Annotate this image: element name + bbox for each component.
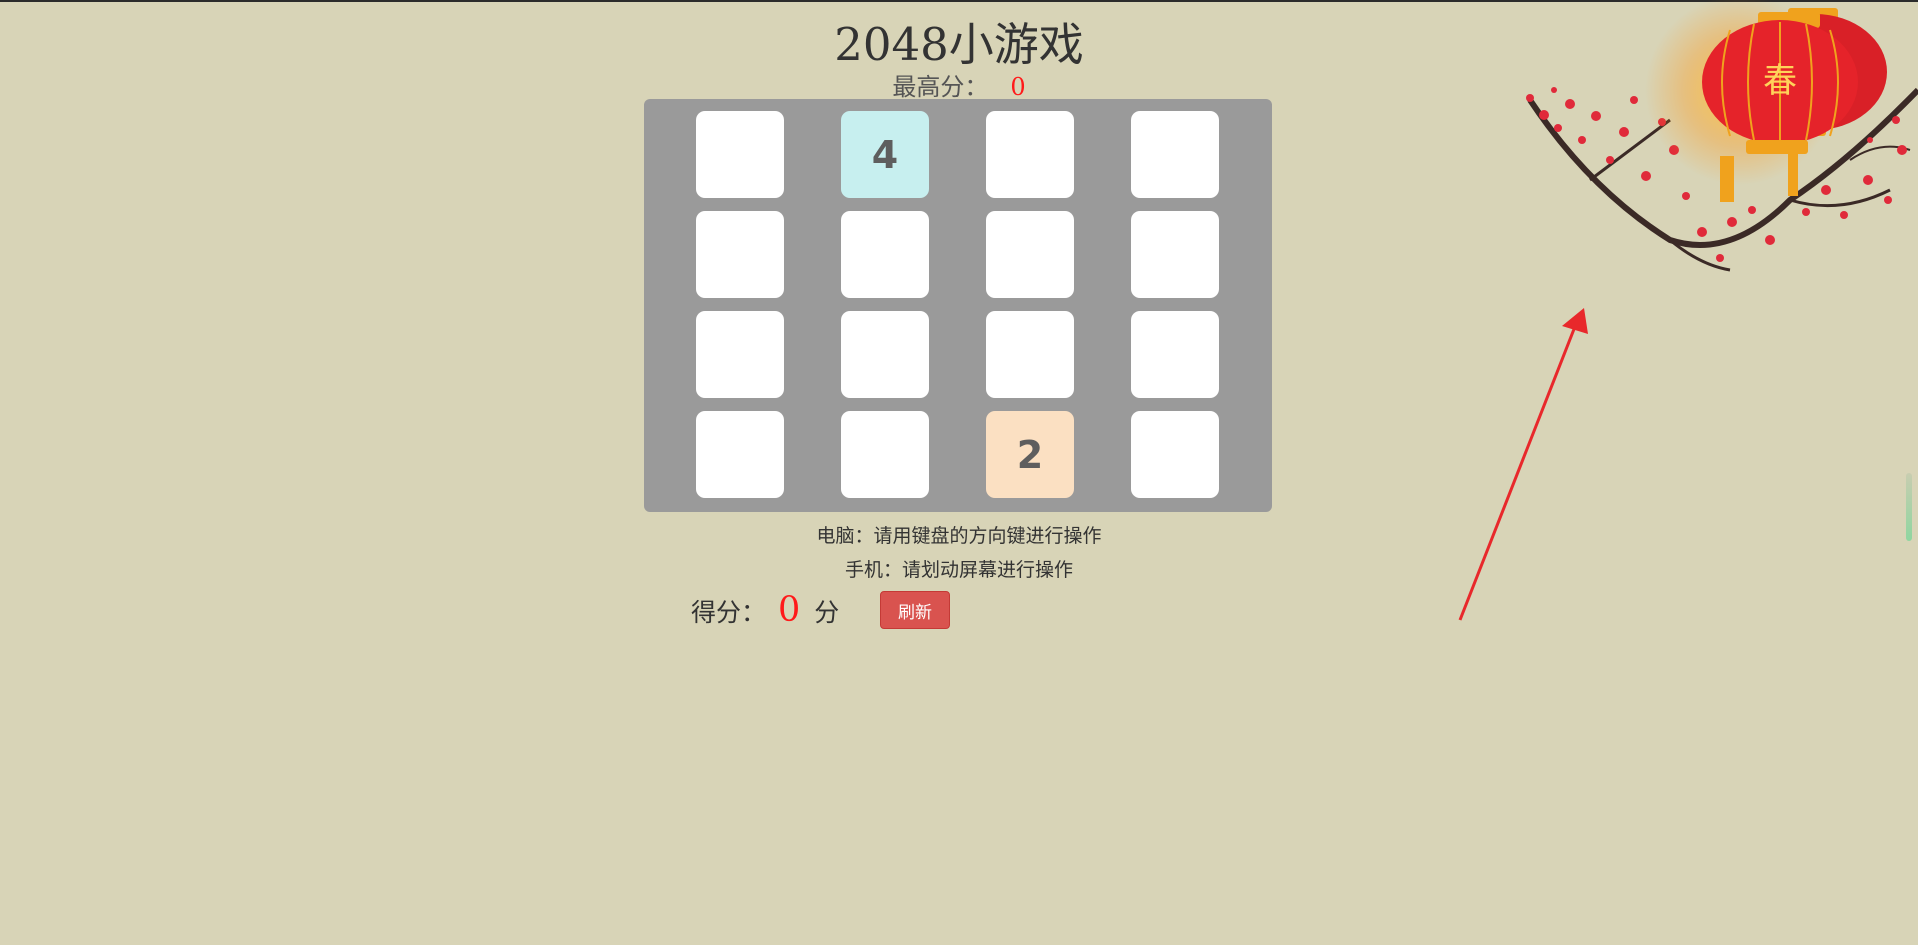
empty-cell — [841, 411, 929, 498]
hint-pc: 电脑：请用键盘的方向键进行操作 — [816, 525, 1102, 547]
best-score-label: 最高分： — [892, 73, 989, 101]
score-label: 得分： — [691, 598, 767, 627]
annotation-arrow-icon — [1458, 308, 1588, 621]
empty-cell — [986, 311, 1074, 398]
game-board[interactable]: 42 — [644, 99, 1272, 512]
empty-cell — [696, 411, 784, 498]
empty-cell — [696, 111, 784, 198]
empty-cell — [841, 211, 929, 298]
tile-2: 2 — [986, 411, 1074, 498]
empty-cell — [1131, 111, 1219, 198]
score-value: 0 — [778, 590, 801, 630]
score: 得分： 0 分 — [691, 590, 839, 630]
tile-4: 4 — [841, 111, 929, 198]
empty-cell — [696, 211, 784, 298]
empty-cell — [1131, 311, 1219, 398]
empty-cell — [1131, 211, 1219, 298]
best-score-value: 0 — [1010, 73, 1026, 101]
empty-cell — [696, 311, 784, 398]
empty-cell — [841, 311, 929, 398]
refresh-button[interactable]: 刷新 — [880, 591, 950, 629]
empty-cell — [1131, 411, 1219, 498]
empty-cell — [986, 211, 1074, 298]
scrollbar[interactable] — [1906, 473, 1912, 541]
empty-cell — [986, 111, 1074, 198]
lantern-char: 春 — [1763, 61, 1797, 101]
score-unit: 分 — [814, 598, 840, 627]
plum-blossom-lantern-decoration: 春 — [1526, 0, 1918, 272]
hint-mobile: 手机：请划动屏幕进行操作 — [844, 559, 1073, 581]
